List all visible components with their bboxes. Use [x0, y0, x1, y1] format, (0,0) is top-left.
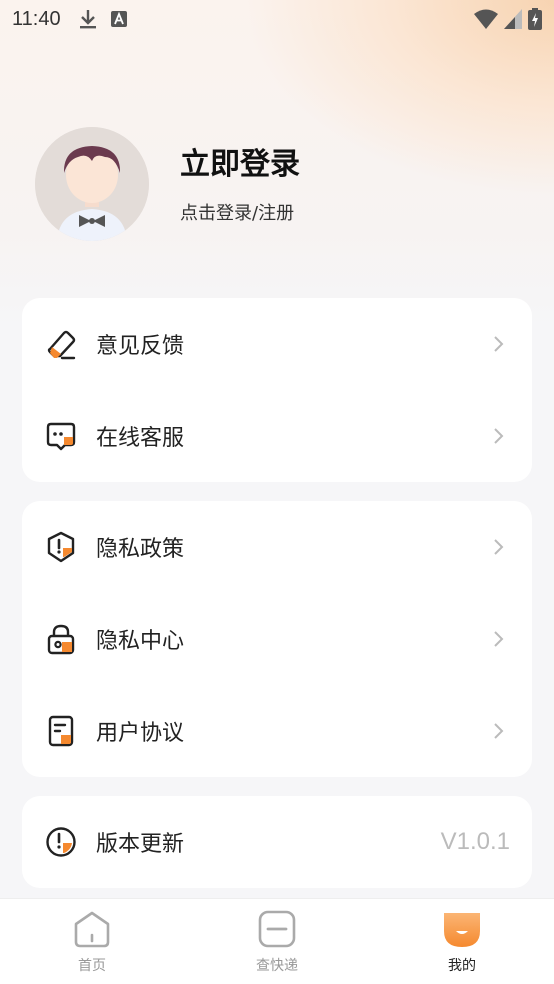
- menu-item-label: 用户协议: [96, 721, 185, 746]
- menu-item-label: 意见反馈: [96, 334, 185, 359]
- menu-item-label: 版本更新: [96, 832, 185, 857]
- menu-item-label: 在线客服: [96, 426, 185, 451]
- menu-item-version-update[interactable]: 版本更新 V1.0.1: [22, 796, 532, 888]
- shield-alert-icon: [47, 531, 75, 563]
- menu-item-user-agreement[interactable]: 用户协议: [22, 685, 532, 777]
- tab-home[interactable]: 首页: [42, 909, 142, 979]
- tab-label: 查快递: [256, 958, 298, 974]
- version-value: V1.0.1: [440, 828, 510, 855]
- tab-mine[interactable]: 我的: [412, 909, 512, 979]
- signal-icon: [504, 9, 522, 29]
- chat-bubble-icon: [46, 422, 76, 451]
- a-badge-icon: [110, 11, 127, 27]
- chevron-right-icon: [494, 428, 504, 444]
- search-package-icon: [258, 910, 296, 948]
- download-icon: [79, 10, 96, 29]
- menu-item-privacy-policy[interactable]: 隐私政策: [22, 501, 532, 593]
- profile-face-icon: [444, 913, 480, 947]
- status-time: 11:40: [12, 7, 61, 30]
- wifi-icon: [474, 9, 498, 29]
- chevron-right-icon: [494, 539, 504, 555]
- menu-card-support: 意见反馈 在线客服: [22, 298, 532, 482]
- battery-charging-icon: [528, 8, 542, 30]
- menu-item-label: 隐私政策: [96, 537, 185, 562]
- menu-item-feedback[interactable]: 意见反馈: [22, 298, 532, 390]
- menu-card-privacy: 隐私政策 隐私中心 用户协议: [22, 501, 532, 777]
- login-profile[interactable]: 立即登录 点击登录/注册: [35, 127, 300, 241]
- chevron-right-icon: [494, 723, 504, 739]
- status-bar: 11:40: [0, 0, 554, 38]
- menu-item-privacy-center[interactable]: 隐私中心: [22, 593, 532, 685]
- default-avatar-icon[interactable]: [35, 127, 149, 241]
- info-circle-icon: [46, 827, 76, 857]
- menu-card-version: 版本更新 V1.0.1: [22, 796, 532, 888]
- home-icon: [74, 911, 110, 948]
- login-title[interactable]: 立即登录: [180, 139, 440, 183]
- login-subtitle[interactable]: 点击登录/注册: [180, 199, 440, 225]
- feedback-eraser-icon: [47, 330, 76, 360]
- menu-item-label: 隐私中心: [96, 629, 185, 654]
- chevron-right-icon: [494, 631, 504, 647]
- tab-label: 我的: [448, 958, 476, 974]
- tab-track-package[interactable]: 查快递: [227, 909, 327, 979]
- menu-item-online-service[interactable]: 在线客服: [22, 390, 532, 482]
- document-icon: [48, 715, 74, 747]
- tab-label: 首页: [78, 958, 106, 974]
- chevron-right-icon: [494, 336, 504, 352]
- bottom-tab-bar: 首页 查快递 我的: [0, 898, 554, 984]
- lock-icon: [47, 624, 75, 655]
